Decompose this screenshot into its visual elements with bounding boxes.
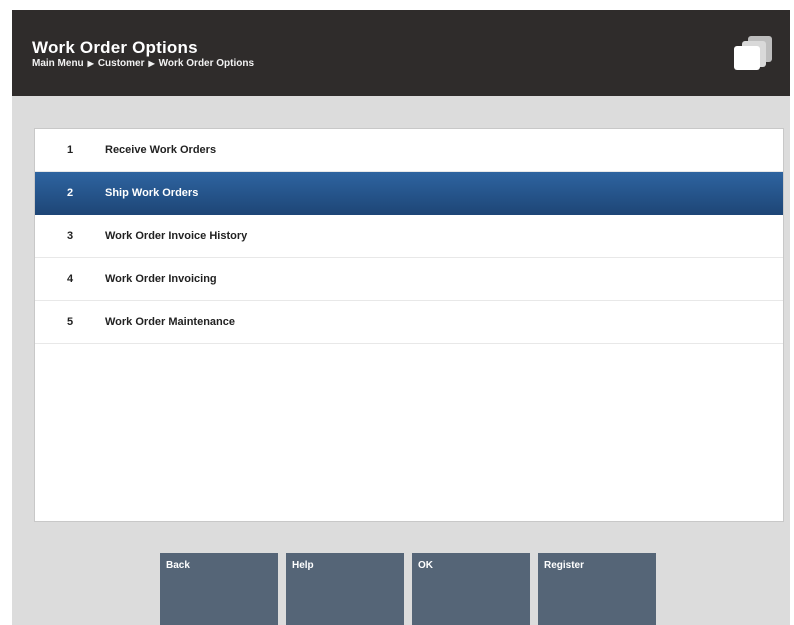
menu-item-number: 2 <box>67 187 74 199</box>
register-button[interactable]: Register <box>538 553 656 625</box>
menu-item-label: Work Order Maintenance <box>105 316 235 328</box>
breadcrumb: Main Menu ▶ Customer ▶ Work Order Options <box>32 58 254 69</box>
menu-item-work-order-invoice-history[interactable]: 3 Work Order Invoice History <box>35 215 783 258</box>
menu-item-label: Work Order Invoice History <box>105 230 248 242</box>
menu-item-receive-work-orders[interactable]: 1 Receive Work Orders <box>35 129 783 172</box>
help-button[interactable]: Help <box>286 553 404 625</box>
menu-item-number: 4 <box>67 273 74 285</box>
page-title: Work Order Options <box>32 38 198 57</box>
menu-item-number: 1 <box>67 144 74 156</box>
menu-item-label: Ship Work Orders <box>105 187 199 199</box>
header-bar: Work Order Options Main Menu ▶ Customer ▶ Wo… <box>12 10 790 96</box>
breadcrumb-item-customer[interactable]: Customer <box>98 58 145 69</box>
breadcrumb-item-current: Work Order Options <box>158 58 255 69</box>
menu-item-work-order-invoicing[interactable]: 4 Work Order Invoicing <box>35 258 783 301</box>
app-screen: Work Order Options Main Menu ▶ Customer ▶ Wo… <box>12 10 790 625</box>
breadcrumb-item-main-menu[interactable]: Main Menu <box>32 58 84 69</box>
windows-icon[interactable] <box>732 34 776 72</box>
menu-item-work-order-maintenance[interactable]: 5 Work Order Maintenance <box>35 301 783 344</box>
back-button[interactable]: Back <box>160 553 278 625</box>
menu-item-ship-work-orders[interactable]: 2 Ship Work Orders <box>35 172 783 215</box>
ok-button[interactable]: OK <box>412 553 530 625</box>
chevron-right-icon: ▶ <box>148 59 155 68</box>
menu-list: 1 Receive Work Orders 2 Ship Work Orders… <box>34 128 784 522</box>
menu-item-label: Receive Work Orders <box>105 144 217 156</box>
chevron-right-icon: ▶ <box>87 59 94 68</box>
menu-item-label: Work Order Invoicing <box>105 273 217 285</box>
menu-item-number: 3 <box>67 230 74 242</box>
menu-item-number: 5 <box>67 316 74 328</box>
